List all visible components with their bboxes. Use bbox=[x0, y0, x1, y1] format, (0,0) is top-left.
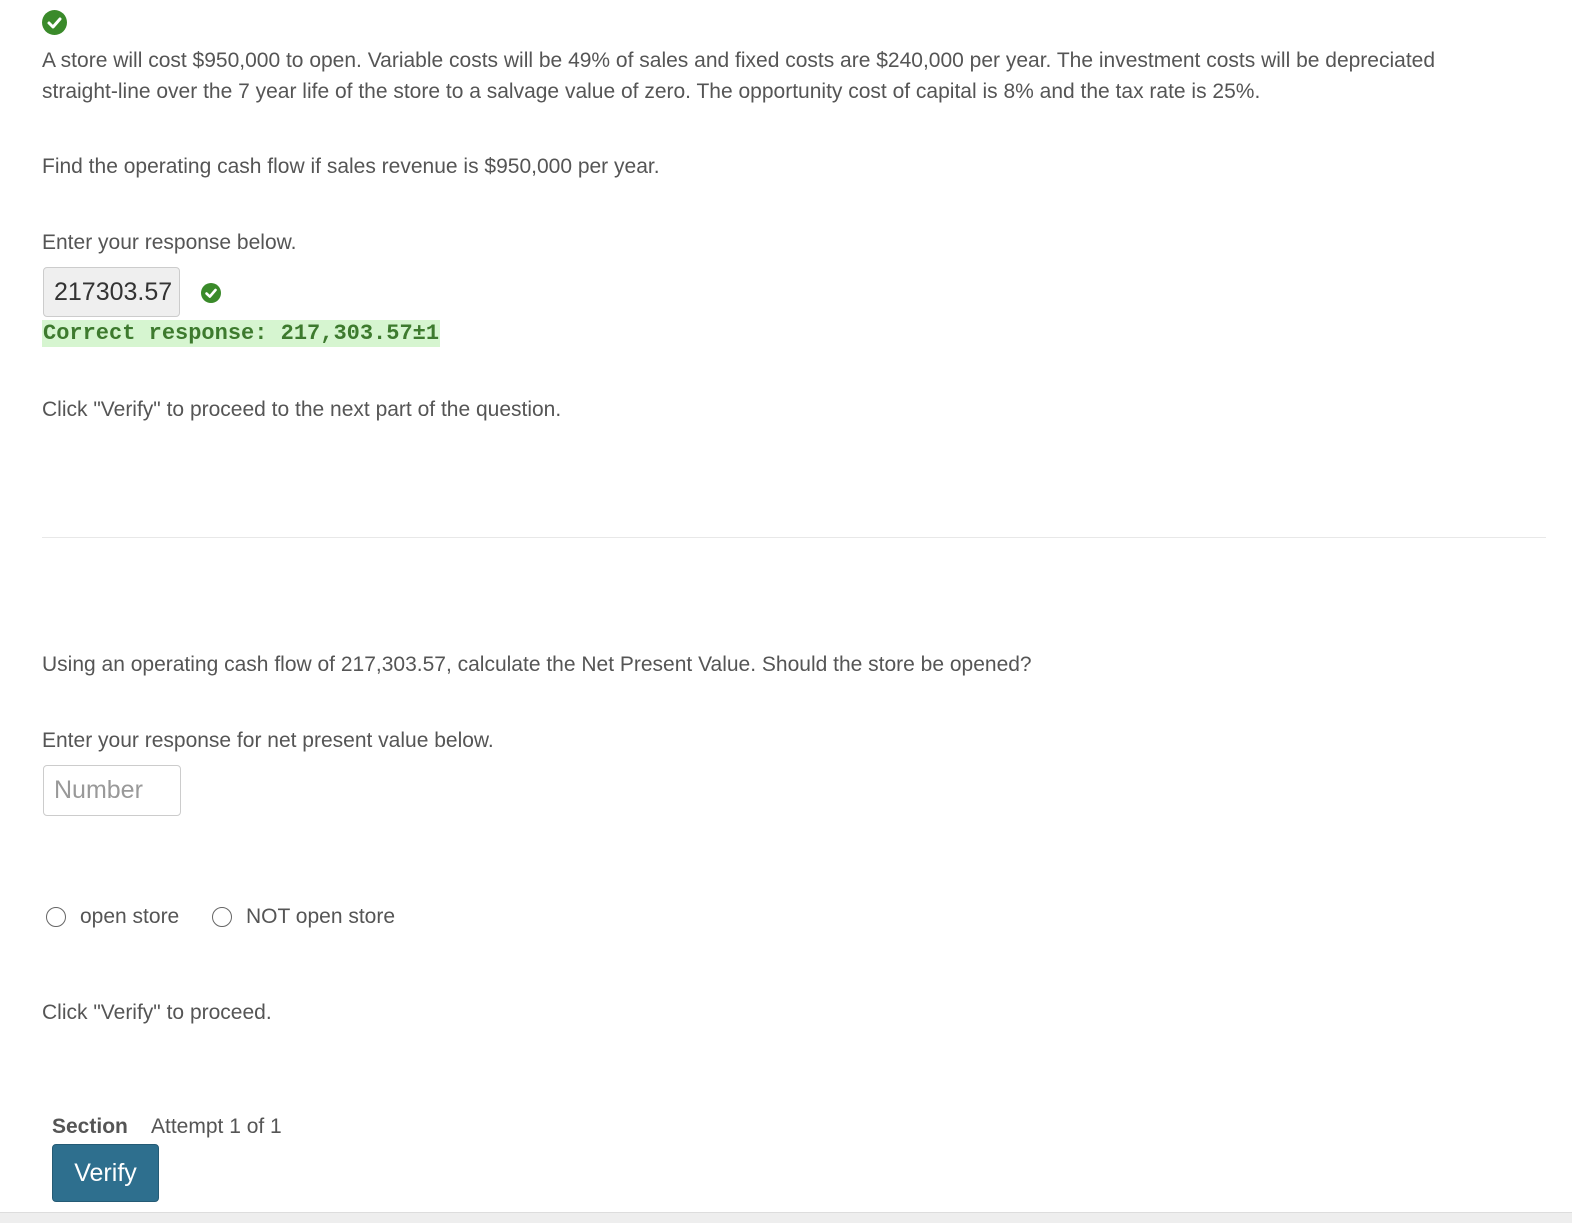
part1-verify-hint: Click "Verify" to proceed to the next pa… bbox=[42, 398, 562, 421]
radio-not-open-store[interactable]: NOT open store bbox=[212, 903, 395, 931]
part2-question: Using an operating cash flow of 217,303.… bbox=[42, 653, 1032, 676]
radio-open-store[interactable]: open store bbox=[46, 903, 179, 931]
radio-button[interactable] bbox=[46, 907, 66, 927]
part2-verify-hint: Click "Verify" to proceed. bbox=[42, 1001, 272, 1024]
part2-prompt: Enter your response for net present valu… bbox=[42, 729, 494, 752]
problem-statement: A store will cost $950,000 to open. Vari… bbox=[42, 49, 1436, 103]
verify-button[interactable]: Verify bbox=[52, 1144, 159, 1202]
operating-cash-flow-input[interactable]: 217303.57 bbox=[43, 267, 180, 317]
part1-question: Find the operating cash flow if sales re… bbox=[42, 155, 660, 178]
check-circle-icon bbox=[42, 10, 67, 35]
check-circle-icon bbox=[201, 283, 221, 303]
radio-label: open store bbox=[80, 905, 180, 928]
correct-response-label: Correct response: 217,303.57±1 bbox=[42, 320, 441, 347]
section-label: Section bbox=[52, 1115, 128, 1138]
attempt-counter: Attempt 1 of 1 bbox=[151, 1115, 282, 1138]
radio-button[interactable] bbox=[212, 907, 232, 927]
radio-label: NOT open store bbox=[246, 905, 396, 928]
npv-input[interactable] bbox=[43, 765, 181, 816]
part-divider bbox=[42, 537, 1546, 538]
bottom-bar bbox=[0, 1212, 1572, 1223]
part1-prompt: Enter your response below. bbox=[42, 231, 297, 254]
